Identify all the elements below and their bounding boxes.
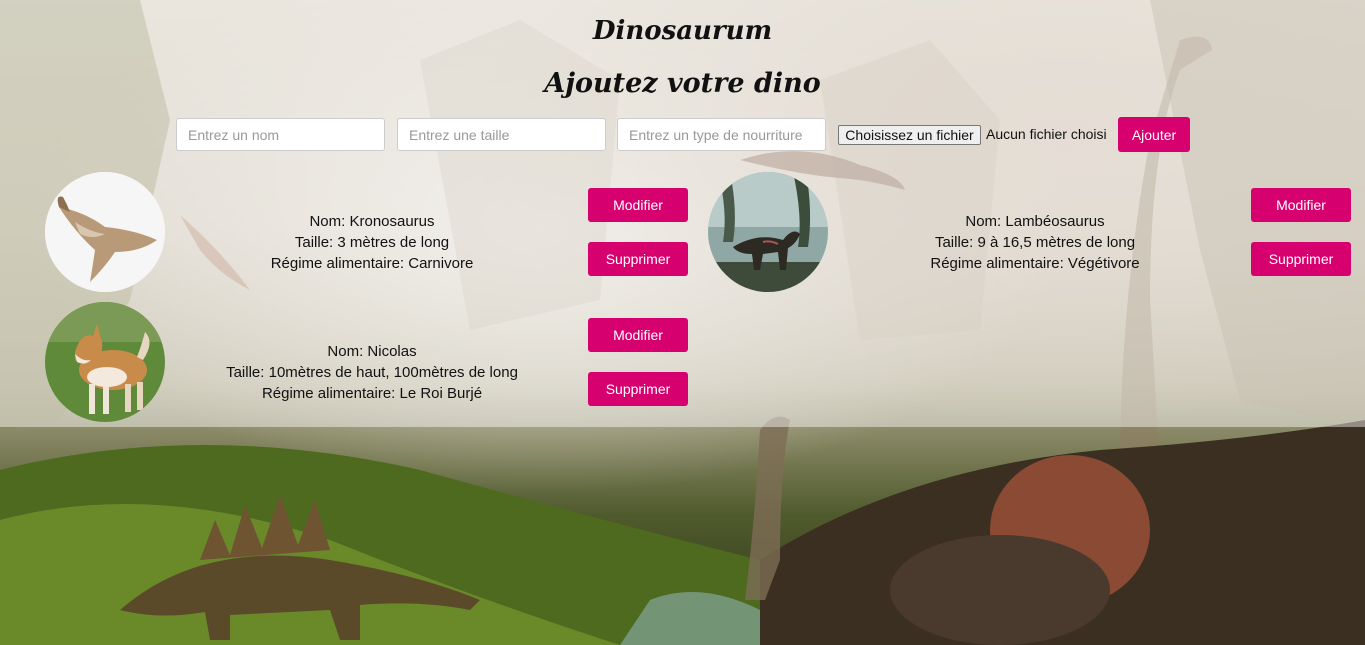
- dino-diet: Régime alimentaire: Carnivore: [270, 255, 474, 272]
- modify-button[interactable]: Modifier: [588, 188, 688, 222]
- food-input[interactable]: [617, 118, 826, 151]
- delete-button[interactable]: Supprimer: [1251, 242, 1351, 276]
- delete-button[interactable]: Supprimer: [588, 242, 688, 276]
- add-dino-heading: Ajoutez votre dino: [544, 68, 821, 99]
- dino-info: Nom: Nicolas Taille: 10mètres de haut, 1…: [222, 341, 522, 404]
- dino-name: Nom: Kronosaurus: [309, 213, 435, 230]
- page-title: Dinosaurum: [592, 16, 773, 46]
- dino-size: Taille: 3 mètres de long: [294, 234, 450, 251]
- modify-button[interactable]: Modifier: [588, 318, 688, 352]
- dino-diet: Régime alimentaire: Végétivore: [930, 255, 1140, 272]
- delete-button[interactable]: Supprimer: [588, 372, 688, 406]
- dog-photo: [45, 302, 165, 422]
- dino-name: Nom: Nicolas: [327, 343, 417, 360]
- lambeosaurus-photo: [708, 172, 828, 292]
- add-button[interactable]: Ajouter: [1118, 117, 1190, 152]
- kronosaurus-photo: [45, 172, 165, 292]
- dino-size: Taille: 10mètres de haut, 100mètres de l…: [226, 364, 518, 381]
- dino-name: Nom: Lambéosaurus: [965, 213, 1105, 230]
- dino-info: Nom: Kronosaurus Taille: 3 mètres de lon…: [222, 211, 522, 274]
- dino-size: Taille: 9 à 16,5 mètres de long: [934, 234, 1136, 251]
- size-input[interactable]: [397, 118, 606, 151]
- file-status-label: Aucun fichier choisi: [986, 126, 1107, 142]
- modify-button[interactable]: Modifier: [1251, 188, 1351, 222]
- dino-info: Nom: Lambéosaurus Taille: 9 à 16,5 mètre…: [885, 211, 1185, 274]
- name-input[interactable]: [176, 118, 385, 151]
- dino-diet: Régime alimentaire: Le Roi Burjé: [261, 385, 483, 402]
- choose-file-button[interactable]: Choisissez un fichier: [838, 125, 981, 145]
